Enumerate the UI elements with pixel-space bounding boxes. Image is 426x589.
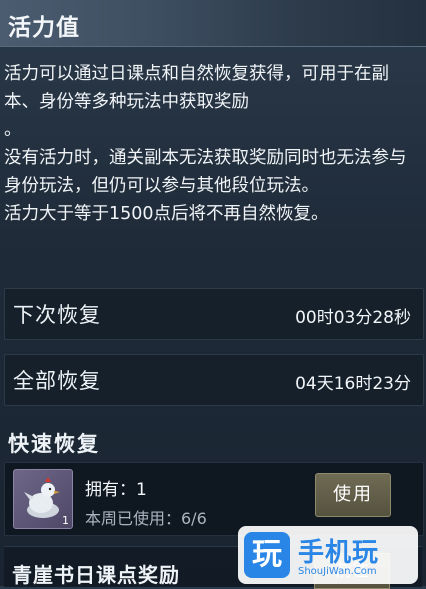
- description: 活力可以通过日课点和自然恢复获得，可用于在副本、身份等多种玩法中获取奖励 。 没…: [4, 60, 420, 228]
- item-slot-count: 1: [62, 514, 69, 527]
- next-recovery-row: 下次恢复 00时03分28秒: [4, 288, 424, 340]
- description-line: 没有活力时，通关副本无法获取奖励同时也无法参与身份玩法，但仍可以参与其他段位玩法…: [4, 148, 407, 196]
- watermark-text: 手机玩: [298, 538, 380, 568]
- use-button[interactable]: 使用: [315, 473, 391, 517]
- title-bar: 活力值: [0, 0, 426, 47]
- quick-recovery-title: 快速恢复: [8, 432, 100, 456]
- description-line: 。: [4, 120, 22, 140]
- item-slot[interactable]: 1: [13, 469, 73, 529]
- full-recovery-row: 全部恢复 04天16时23分: [4, 354, 424, 406]
- next-recovery-value: 00时03分28秒: [295, 308, 411, 328]
- full-recovery-label: 全部恢复: [13, 369, 101, 393]
- description-line: 活力大于等于1500点后将不再自然恢复。: [4, 204, 329, 224]
- daily-reward-label: 青崖书日课点奖励: [12, 563, 180, 587]
- page-title: 活力值: [8, 15, 80, 41]
- next-recovery-label: 下次恢复: [13, 303, 101, 327]
- item-owned-text: 拥有：1: [85, 480, 147, 500]
- description-line: 活力可以通过日课点和自然恢复获得，可用于在副本、身份等多种玩法中获取奖励: [4, 64, 389, 112]
- watermark: 玩 手机玩 ShouJiWan.Com: [238, 526, 418, 584]
- watermark-subtext: ShouJiWan.Com: [298, 566, 377, 577]
- quick-recovery-item: 1 拥有：1 本周已使用：6/6 使用: [4, 462, 424, 536]
- full-recovery-value: 04天16时23分: [295, 374, 411, 394]
- watermark-logo-icon: 玩: [244, 532, 290, 578]
- item-used-text: 本周已使用：6/6: [85, 509, 207, 528]
